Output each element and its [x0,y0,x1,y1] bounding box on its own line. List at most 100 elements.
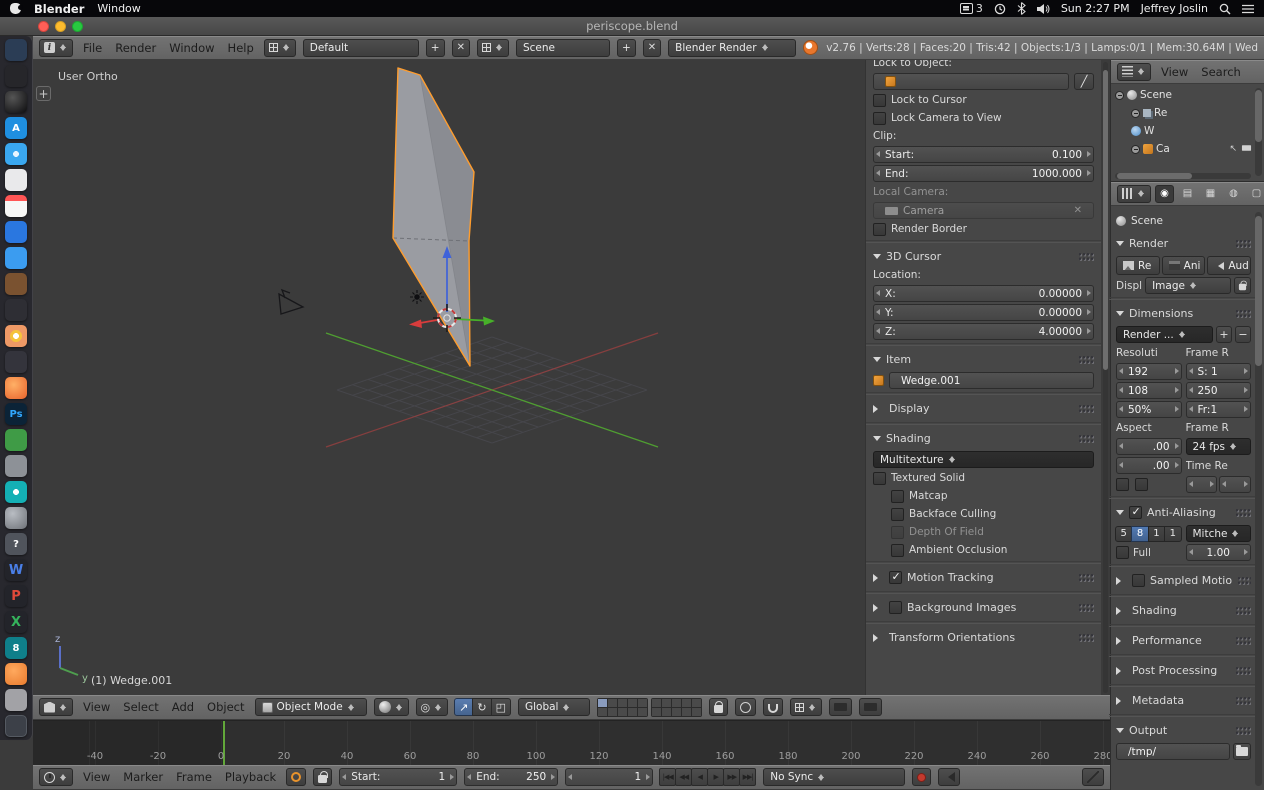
dock-gray-ball-icon[interactable] [5,689,27,711]
aa-samples-8-button[interactable]: 8 [1131,526,1148,542]
outliner-scrollbar[interactable] [1255,88,1262,176]
layer-selector[interactable] [597,698,702,717]
layer-cell[interactable] [682,708,691,716]
panel-header-transform-orientations[interactable]: Transform Orientations [873,627,1094,648]
layer-cell[interactable] [628,699,637,707]
time-remap-new-field[interactable] [1219,476,1251,493]
panel-drag-dots[interactable] [1078,404,1094,413]
dock-calendar-icon[interactable] [5,195,27,217]
render-audio-button[interactable]: Aud [1207,256,1251,275]
frame-start-field[interactable]: S: 1 [1186,363,1252,380]
panel-header-motion-tracking[interactable]: Motion Tracking [873,567,1094,588]
time-machine-icon[interactable] [994,3,1006,15]
dock-mail-icon[interactable] [5,221,27,243]
dock-camera-app-icon[interactable] [5,65,27,87]
window-menu[interactable]: Window [97,2,140,15]
snap-element-selector[interactable] [790,698,822,716]
dock-utilities-icon[interactable] [5,455,27,477]
render-display-selector[interactable]: Image [1145,277,1231,294]
select-menu[interactable]: Select [120,700,161,714]
layer-cell[interactable] [662,699,671,707]
lock-to-scene-button[interactable] [709,698,728,716]
aspect-y-field[interactable]: .00 [1116,457,1182,474]
layer-cell[interactable] [652,708,661,716]
add-layout-button[interactable]: + [426,39,445,57]
layer-cell[interactable] [638,699,647,707]
border-checkbox[interactable] [1116,478,1129,491]
frame-menu[interactable]: Frame [173,770,215,784]
collapse-icon[interactable] [1131,145,1140,154]
frame-end-field[interactable]: End:250 [464,768,558,786]
render-animation-button[interactable]: Ani [1162,256,1206,275]
file-menu[interactable]: File [80,41,105,55]
marker-menu[interactable]: Marker [120,770,166,784]
layer-cell[interactable] [628,708,637,716]
ambient-occlusion-row[interactable]: Ambient Occlusion [873,542,1094,558]
crop-checkbox[interactable] [1135,478,1148,491]
browse-output-button[interactable] [1233,743,1251,760]
display-lock-button[interactable] [1234,277,1251,294]
panel-header-item[interactable]: Item [873,349,1094,370]
spotlight-search-icon[interactable] [1219,3,1231,15]
cursor-z-field[interactable]: Z:4.00000 [873,323,1094,340]
lock-time-button[interactable] [313,768,332,786]
layer-cell[interactable] [608,699,617,707]
dock-app-p-icon[interactable]: P [5,585,27,607]
help-menu[interactable]: Help [225,41,257,55]
filter-size-field[interactable]: 1.00 [1186,544,1252,561]
layer-cell[interactable] [638,708,647,716]
layer-cell[interactable] [652,699,661,707]
lock-camera-checkbox[interactable] [873,112,886,125]
delete-scene-button[interactable]: ✕ [643,39,661,57]
playback-menu[interactable]: Playback [222,770,279,784]
layer-cell[interactable] [608,708,617,716]
depth-of-field-row[interactable]: Depth Of Field [873,524,1094,540]
resolution-percentage-field[interactable]: 50% [1116,401,1182,418]
dock-gray-sphere-icon[interactable] [5,507,27,529]
panel-drag-dots[interactable] [1078,573,1094,582]
outliner-hscrollbar[interactable] [1115,173,1251,179]
layer-cell[interactable] [662,708,671,716]
add-preset-button[interactable]: + [1216,326,1232,343]
editor-type-selector[interactable] [1117,185,1151,203]
panel-drag-dots[interactable] [1235,726,1251,735]
layer-cell-active[interactable] [598,699,607,707]
panel-header-metadata[interactable]: Metadata [1116,690,1251,711]
dock-safari-icon[interactable] [5,143,27,165]
cursor-arrow-icon[interactable]: ↖ [1229,144,1237,154]
properties-scrollbar[interactable] [1255,212,1262,786]
item-name-field[interactable]: Wedge.001 [889,372,1094,389]
toolshelf-expand-button[interactable]: + [36,86,51,101]
render-border-checkbox[interactable] [873,223,886,236]
tab-scene[interactable]: ▦ [1201,185,1220,203]
panel-header-dimensions[interactable]: Dimensions [1116,303,1251,324]
dock-app-multi-icon[interactable] [5,351,27,373]
pivot-point-selector[interactable]: ◎ [416,698,449,716]
panel-header-shading[interactable]: Shading [1116,600,1251,621]
proportional-edit-button[interactable] [735,698,756,716]
dock-photos-icon[interactable] [5,169,27,191]
dock-firefox-icon[interactable] [5,377,27,399]
aa-filter-selector[interactable]: Mitche [1186,525,1252,542]
scrollbar-thumb[interactable] [1117,173,1192,179]
layer-cell[interactable] [618,699,627,707]
tab-render[interactable]: ◉ [1155,185,1174,203]
object-menu[interactable]: Object [204,700,247,714]
add-menu[interactable]: Add [169,700,197,714]
lock-to-cursor-checkbox[interactable] [873,94,886,107]
matcap-checkbox[interactable] [891,490,904,503]
next-keyframe-button[interactable]: ▶▶ [723,768,740,786]
manipulator-rotate-button[interactable]: ↻ [472,698,491,716]
audio-scrub-button[interactable] [938,768,960,786]
screen-layout-browse-button[interactable] [264,39,296,57]
panel-drag-dots[interactable] [1078,355,1094,364]
panel-drag-dots[interactable] [1235,696,1251,705]
outliner-item-renderlayers[interactable]: Re [1115,104,1253,122]
lock-camera-row[interactable]: Lock Camera to View [873,110,1094,126]
shading-mode-select[interactable]: Multitexture [873,451,1094,468]
time-remap-old-field[interactable] [1186,476,1218,493]
clip-start-field[interactable]: Start:0.100 [873,146,1094,163]
dock-word-icon[interactable]: W [5,559,27,581]
menubar-clock[interactable]: Sun 2:27 PM [1061,2,1130,15]
layer-cell[interactable] [672,708,681,716]
